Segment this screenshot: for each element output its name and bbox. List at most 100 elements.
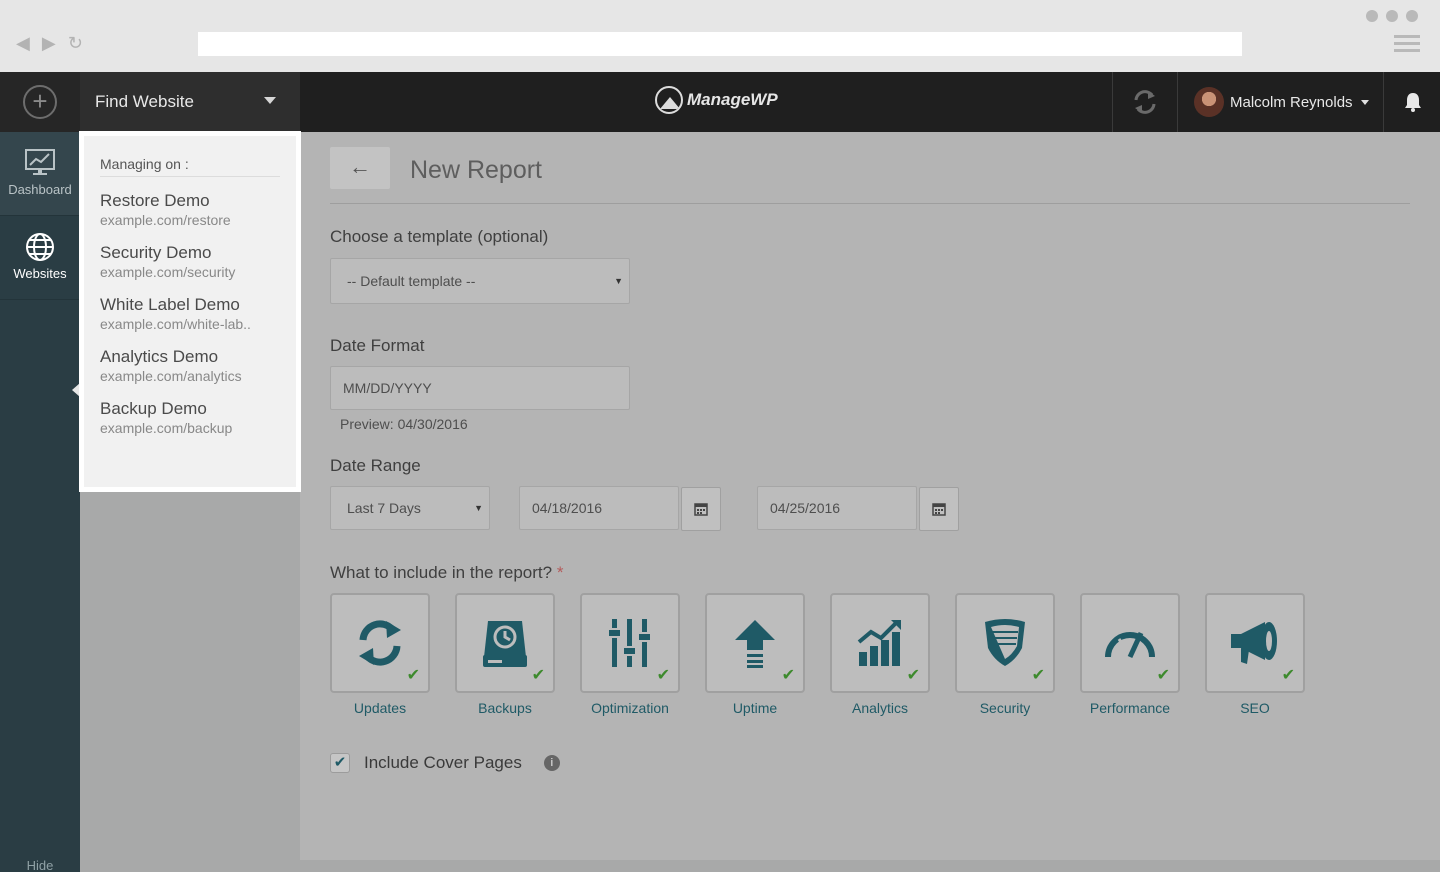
sidebar-item-websites[interactable]: Websites	[0, 216, 80, 300]
tile-box[interactable]: ✔	[330, 593, 430, 693]
sidebar-item-label: Websites	[13, 266, 67, 281]
calendar-icon	[694, 503, 708, 516]
browser-menu-icon[interactable]	[1394, 35, 1420, 56]
arrow-left-icon: ←	[349, 154, 371, 179]
dropdown-item-analytics-demo[interactable]: Analytics Demo example.com/analytics	[100, 347, 280, 385]
section-tile-backups[interactable]: ✔ Backups	[455, 593, 555, 716]
browser-chrome: ◀ ▶ ↻	[0, 0, 1440, 72]
browser-nav: ◀ ▶ ↻	[16, 33, 83, 53]
add-website-button[interactable]: +	[0, 72, 80, 132]
start-date-value: 04/18/2016	[532, 500, 603, 516]
dropdown-item-backup-demo[interactable]: Backup Demo example.com/backup	[100, 399, 280, 437]
start-date-calendar-button[interactable]	[681, 487, 721, 531]
logo[interactable]: ManageWP	[655, 86, 778, 114]
notifications-button[interactable]	[1385, 72, 1440, 132]
check-icon: ✔	[781, 667, 795, 684]
dropdown-item-white-label-demo[interactable]: White Label Demo example.com/white-lab..	[100, 295, 280, 333]
forward-arrow-icon[interactable]: ▶	[42, 33, 56, 53]
find-website-dropdown[interactable]: Find Website	[80, 72, 300, 132]
cover-pages-option: ✔ Include Cover Pages i	[330, 753, 560, 773]
start-date-input[interactable]: 04/18/2016	[519, 486, 679, 530]
info-icon[interactable]: i	[543, 755, 560, 771]
select-arrow-icon: ▼	[474, 503, 483, 513]
caret-down-icon	[1360, 99, 1369, 105]
site-url: example.com/security	[100, 264, 236, 280]
back-arrow-icon[interactable]: ◀	[16, 33, 30, 53]
avatar	[1194, 87, 1224, 117]
date-format-label: Date Format	[330, 336, 425, 355]
section-tile-analytics[interactable]: ✔ Analytics	[830, 593, 930, 716]
section-tile-security[interactable]: ✔ Security	[955, 593, 1055, 716]
site-name: Security Demo	[100, 243, 212, 262]
dropdown-inner: Managing on : Restore Demo example.com/r…	[84, 136, 296, 487]
date-preview: Preview: 04/30/2016	[340, 416, 468, 432]
divider	[330, 203, 1410, 204]
site-name: Analytics Demo	[100, 347, 219, 366]
dropdown-item-security-demo[interactable]: Security Demo example.com/security	[100, 243, 280, 281]
sidebar-item-label: Dashboard	[8, 182, 72, 197]
website-dropdown-menu: Managing on : Restore Demo example.com/r…	[79, 131, 301, 492]
section-tile-updates[interactable]: ✔ Updates	[330, 593, 430, 716]
address-bar[interactable]	[198, 32, 1242, 56]
include-label-text: What to include in the report?	[330, 563, 553, 582]
date-range-select[interactable]: Last 7 Days ▼	[330, 486, 490, 530]
tile-box[interactable]: ✔	[455, 593, 555, 693]
back-button[interactable]: ←	[330, 147, 390, 189]
check-icon: ✔	[1156, 667, 1170, 684]
tile-label: Backups	[478, 700, 532, 716]
tile-label: Analytics	[851, 700, 909, 716]
section-tile-performance[interactable]: ✔ Performance	[1080, 593, 1180, 716]
tile-label: Optimization	[591, 700, 669, 716]
site-url: example.com/restore	[100, 212, 231, 228]
check-icon: ✔	[656, 667, 670, 684]
site-url: example.com/analytics	[100, 368, 242, 384]
tile-label: Security	[979, 700, 1031, 716]
dropdown-header: Managing on :	[100, 156, 280, 177]
tile-box[interactable]: ✔	[830, 593, 930, 693]
cover-pages-checkbox[interactable]: ✔	[330, 753, 350, 773]
template-select[interactable]: -- Default template -- ▼	[330, 258, 630, 304]
backup-drive-icon	[483, 621, 527, 667]
app-topbar: + Find Website ManageWP Malcolm Reynolds	[0, 72, 1440, 132]
globe-icon	[26, 233, 54, 261]
cover-pages-label: Include Cover Pages	[364, 753, 522, 772]
user-menu[interactable]: Malcolm Reynolds	[1178, 72, 1384, 132]
bar-chart-icon	[857, 620, 901, 666]
sync-icon	[1134, 90, 1156, 114]
check-icon: ✔	[531, 667, 545, 684]
hide-sidebar-link[interactable]: Hide	[0, 858, 80, 872]
date-format-input[interactable]: MM/DD/YYYY	[330, 366, 630, 410]
site-name: White Label Demo	[100, 295, 240, 314]
sync-button[interactable]	[1112, 72, 1178, 132]
required-mark: *	[556, 563, 564, 582]
sliders-icon	[607, 619, 652, 667]
check-icon: ✔	[1031, 667, 1045, 684]
tile-box[interactable]: ✔	[1205, 593, 1305, 693]
date-range-value: Last 7 Days	[347, 500, 421, 516]
speedometer-icon	[1105, 631, 1155, 659]
section-tile-optimization[interactable]: ✔ Optimization	[580, 593, 680, 716]
sidebar-item-dashboard[interactable]: Dashboard	[0, 132, 80, 216]
select-arrow-icon: ▼	[614, 276, 623, 286]
shield-icon	[985, 619, 1025, 666]
end-date-input[interactable]: 04/25/2016	[757, 486, 917, 530]
site-url: example.com/white-lab..	[100, 316, 251, 332]
tile-box[interactable]: ✔	[955, 593, 1055, 693]
end-date-calendar-button[interactable]	[919, 487, 959, 531]
check-icon: ✔	[1281, 667, 1295, 684]
site-name: Backup Demo	[100, 399, 207, 418]
megaphone-icon	[1231, 622, 1277, 664]
find-website-label: Find Website	[95, 92, 194, 111]
dropdown-item-restore-demo[interactable]: Restore Demo example.com/restore	[100, 191, 280, 229]
reload-icon[interactable]: ↻	[68, 33, 83, 53]
section-tile-uptime[interactable]: ✔ Uptime	[705, 593, 805, 716]
report-sections: ✔ Updates ✔ Backups ✔ Optimization ✔ Upt…	[330, 593, 1305, 716]
tile-box[interactable]: ✔	[705, 593, 805, 693]
window-dots	[1366, 10, 1418, 22]
logo-text: ManageWP	[687, 90, 778, 109]
tile-box[interactable]: ✔	[580, 593, 680, 693]
section-tile-seo[interactable]: ✔ SEO	[1205, 593, 1305, 716]
tile-box[interactable]: ✔	[1080, 593, 1180, 693]
tile-label: Uptime	[732, 700, 778, 716]
dashboard-icon	[25, 149, 55, 175]
